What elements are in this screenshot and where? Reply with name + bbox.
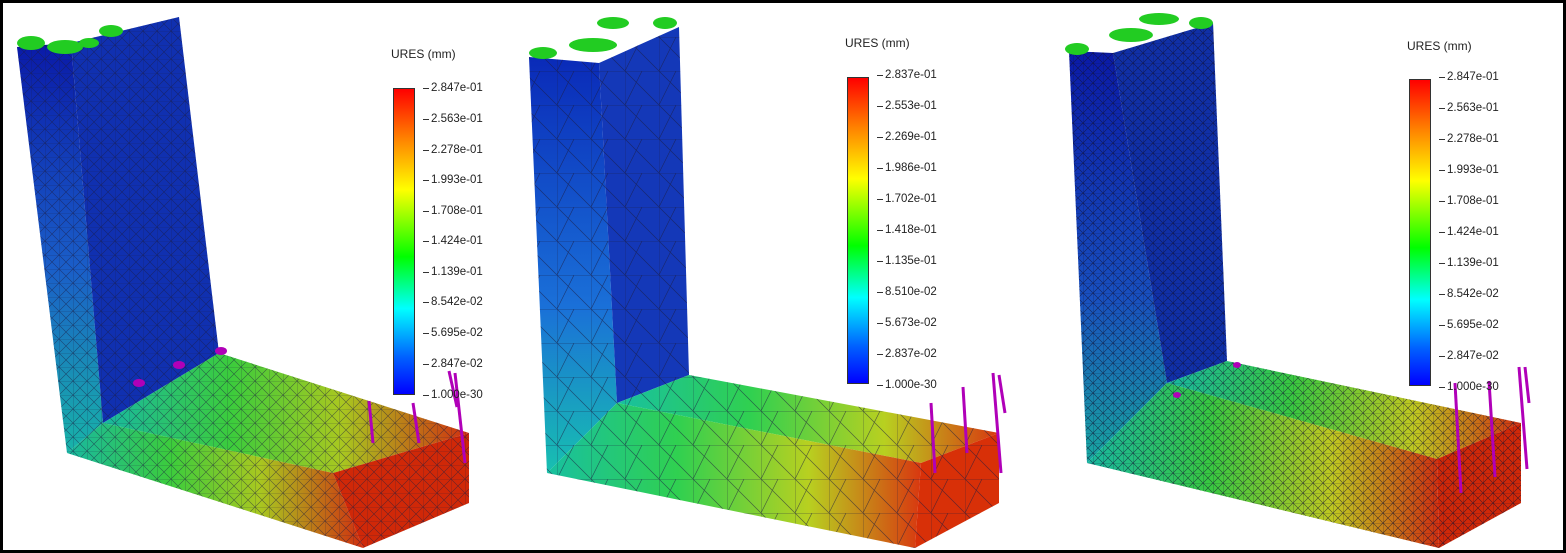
legend-tick: 2.847e-01 (423, 82, 483, 94)
color-bar (1409, 79, 1431, 386)
legend-title: URES (mm) (391, 47, 456, 61)
legend-tick: 1.708e-01 (423, 205, 483, 217)
legend-tick: 1.000e-30 (1439, 381, 1499, 393)
legend-tick: 8.542e-02 (1439, 288, 1499, 300)
legend-tick: 2.847e-01 (1439, 71, 1499, 83)
color-bar (847, 77, 869, 384)
legend-tick: 5.695e-02 (423, 327, 483, 339)
legend-tick: 5.695e-02 (1439, 319, 1499, 331)
legend-tick: 2.278e-01 (1439, 133, 1499, 145)
legend-tick: 1.135e-01 (877, 255, 937, 267)
legend-tick: 8.542e-02 (423, 296, 483, 308)
legend-tick: 2.563e-01 (423, 113, 483, 125)
legend-tick: 1.993e-01 (423, 174, 483, 186)
fea-panel-3: URES (mm) 2.847e-01 2.563e-01 2.278e-01 … (1043, 3, 1563, 550)
legend-title: URES (mm) (845, 36, 910, 50)
legend-title: URES (mm) (1407, 39, 1472, 53)
legend-tick: 1.986e-01 (877, 162, 937, 174)
legend-tick: 2.563e-01 (1439, 102, 1499, 114)
legend-tick: 2.837e-01 (877, 69, 937, 81)
legend-tick: 2.847e-02 (1439, 350, 1499, 362)
legend-tick: 1.000e-30 (423, 389, 483, 401)
fea-panel-2: URES (mm) 2.837e-01 2.553e-01 2.269e-01 … (523, 3, 1043, 550)
color-bar (393, 88, 415, 395)
legend-tick: 2.847e-02 (423, 358, 483, 370)
legend-tick: 1.708e-01 (1439, 195, 1499, 207)
legend-tick: 5.673e-02 (877, 317, 937, 329)
legend-tick: 2.278e-01 (423, 144, 483, 156)
legend-tick: 1.424e-01 (1439, 226, 1499, 238)
bracket-model-2 (529, 17, 1007, 548)
legend-tick: 2.837e-02 (877, 348, 937, 360)
figure-frame: URES (mm) 2.847e-01 2.563e-01 2.278e-01 … (0, 0, 1566, 553)
legend-tick: 1.139e-01 (1439, 257, 1499, 269)
legend-tick: 2.269e-01 (877, 131, 937, 143)
legend-tick: 8.510e-02 (877, 286, 937, 298)
legend-tick: 1.993e-01 (1439, 164, 1499, 176)
fea-panel-1: URES (mm) 2.847e-01 2.563e-01 2.278e-01 … (3, 3, 523, 550)
legend-tick: 1.702e-01 (877, 193, 937, 205)
legend-tick: 2.553e-01 (877, 100, 937, 112)
legend-tick: 1.139e-01 (423, 266, 483, 278)
legend-tick: 1.000e-30 (877, 379, 937, 391)
legend-tick: 1.424e-01 (423, 235, 483, 247)
bracket-model-3 (1065, 13, 1531, 548)
legend-tick: 1.418e-01 (877, 224, 937, 236)
